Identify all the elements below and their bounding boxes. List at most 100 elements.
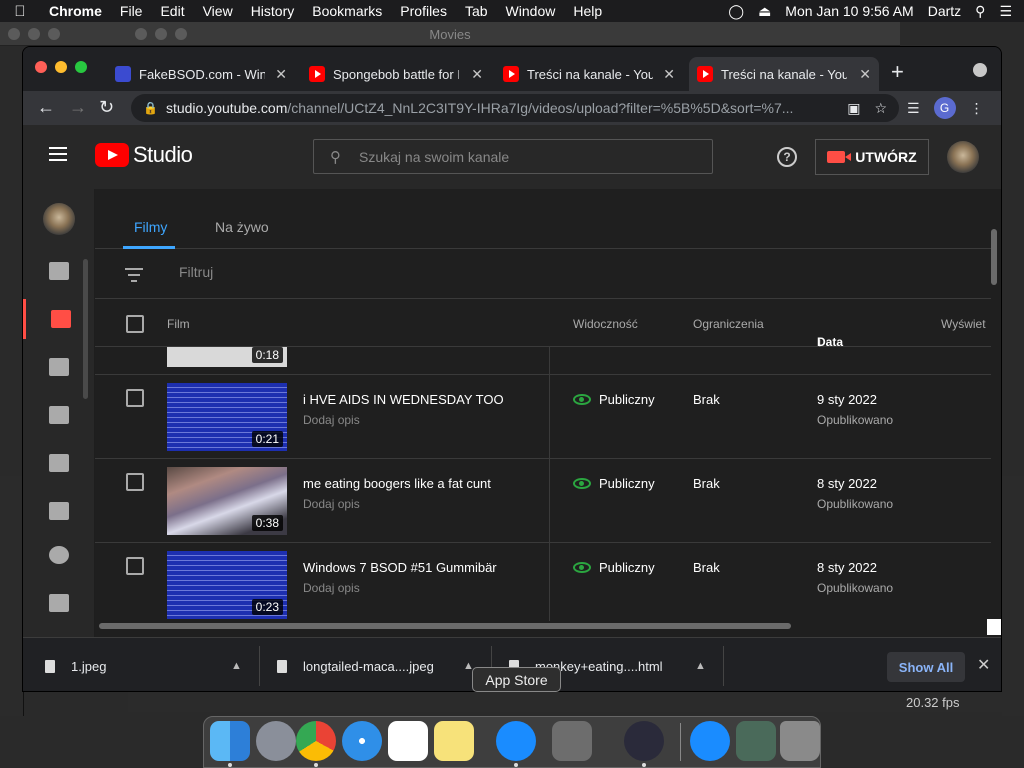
menu-app-name[interactable]: Chrome bbox=[40, 3, 111, 19]
download-item[interactable]: longtailed-maca....jpeg ▲ bbox=[277, 638, 477, 691]
notes-icon[interactable] bbox=[434, 721, 474, 761]
video-thumbnail[interactable]: 0:18 bbox=[167, 347, 287, 367]
account-avatar[interactable] bbox=[947, 141, 979, 173]
menu-file[interactable]: File bbox=[111, 3, 152, 19]
menu-bookmarks[interactable]: Bookmarks bbox=[303, 3, 391, 19]
close-tab-icon[interactable]: ✕ bbox=[663, 66, 675, 83]
show-all-downloads-button[interactable]: Show All bbox=[887, 652, 965, 682]
video-description[interactable]: Dodaj opis bbox=[303, 581, 360, 595]
close-tab-icon[interactable]: ✕ bbox=[471, 66, 483, 83]
reload-icon[interactable]: ↻ bbox=[99, 97, 114, 118]
video-thumbnail[interactable]: 0:38 bbox=[167, 467, 287, 535]
sidebar-item-feedback[interactable] bbox=[23, 583, 95, 623]
video-description[interactable]: Dodaj opis bbox=[303, 497, 360, 511]
video-thumbnail[interactable]: 0:21 bbox=[167, 383, 287, 451]
menu-history[interactable]: History bbox=[242, 3, 304, 19]
horizontal-scrollbar[interactable] bbox=[99, 623, 791, 629]
video-description[interactable]: Dodaj opis bbox=[303, 413, 360, 427]
row-checkbox[interactable] bbox=[126, 557, 144, 575]
table-row[interactable]: 0:21 i HVE AIDS IN WEDNESDAY TOO Dodaj o… bbox=[95, 375, 991, 459]
video-title[interactable]: i HVE AIDS IN WEDNESDAY TOO bbox=[303, 392, 504, 407]
apple-icon[interactable]:  bbox=[0, 3, 40, 20]
select-all-checkbox[interactable] bbox=[126, 315, 144, 333]
hamburger-menu-icon[interactable] bbox=[49, 147, 67, 161]
app-store-icon[interactable] bbox=[496, 721, 536, 761]
close-tab-icon[interactable]: ✕ bbox=[275, 66, 287, 83]
download-item[interactable]: 1.jpeg ▲ bbox=[45, 638, 245, 691]
lock-icon[interactable]: 🔒 bbox=[143, 101, 158, 115]
tab-videos[interactable]: Filmy bbox=[134, 219, 167, 235]
chrome-icon[interactable] bbox=[296, 721, 336, 761]
chrome-menu-icon[interactable]: ⋮ bbox=[970, 100, 984, 117]
video-title[interactable]: Windows 7 BSOD #51 Gummibär bbox=[303, 560, 497, 575]
menu-window[interactable]: Window bbox=[497, 3, 565, 19]
zoom-window-button[interactable] bbox=[75, 61, 87, 73]
channel-search[interactable]: ⚲ bbox=[313, 139, 713, 174]
eject-icon[interactable]: ⏏ bbox=[758, 3, 771, 20]
control-center-icon[interactable]: ☰ bbox=[999, 3, 1012, 20]
media-queue-icon[interactable]: ☰ bbox=[907, 100, 920, 117]
finder-icon[interactable] bbox=[210, 721, 250, 761]
table-row[interactable]: 0:38 me eating boogers like a fat cunt D… bbox=[95, 459, 991, 543]
close-downloads-icon[interactable]: ✕ bbox=[977, 655, 990, 675]
menu-edit[interactable]: Edit bbox=[151, 3, 193, 19]
tab-search-chevron-icon[interactable] bbox=[973, 63, 987, 77]
chrome-profile-avatar[interactable]: G bbox=[933, 97, 956, 119]
spotlight-search-icon[interactable]: ⚲ bbox=[975, 3, 985, 20]
tab-studio-active[interactable]: Treści na kanale - YouTube ✕ bbox=[689, 57, 879, 91]
safari-compass-icon[interactable] bbox=[342, 721, 382, 761]
translate-icon[interactable]: ▣ bbox=[847, 100, 860, 117]
minimize-window-button[interactable] bbox=[55, 61, 67, 73]
calendar-icon[interactable] bbox=[388, 721, 428, 761]
filter-icon[interactable] bbox=[125, 268, 143, 286]
chevron-up-icon[interactable]: ▲ bbox=[231, 660, 242, 672]
close-window-button[interactable] bbox=[35, 61, 47, 73]
visibility-status[interactable]: Publiczny bbox=[573, 392, 655, 407]
sidebar-item-comments[interactable] bbox=[23, 443, 95, 483]
column-film[interactable]: Film bbox=[167, 317, 190, 331]
sidebar-item-subtitles[interactable] bbox=[23, 491, 95, 531]
close-tab-icon[interactable]: ✕ bbox=[859, 66, 871, 83]
channel-avatar[interactable] bbox=[43, 203, 75, 235]
sidebar-item-settings[interactable] bbox=[23, 535, 95, 575]
tab-spongebob[interactable]: Spongebob battle for Bikini ✕ bbox=[301, 57, 491, 91]
menu-help[interactable]: Help bbox=[564, 3, 611, 19]
row-checkbox[interactable] bbox=[126, 473, 144, 491]
bookmark-star-icon[interactable]: ☆ bbox=[874, 100, 887, 117]
trash-icon[interactable] bbox=[780, 721, 820, 761]
column-views[interactable]: Wyświet bbox=[941, 317, 986, 331]
column-visibility[interactable]: Widoczność bbox=[573, 317, 638, 331]
menubar-clock[interactable]: Mon Jan 10 9:56 AM bbox=[785, 3, 913, 19]
studio-logo[interactable]: Studio bbox=[95, 142, 193, 168]
visibility-status[interactable]: Publiczny bbox=[573, 560, 655, 575]
system-preferences-gear-icon[interactable] bbox=[552, 721, 592, 761]
table-row[interactable]: 0:23 Windows 7 BSOD #51 Gummibär Dodaj o… bbox=[95, 543, 991, 621]
channel-search-input[interactable] bbox=[359, 148, 679, 165]
obs-status-icon[interactable]: ◯ bbox=[728, 3, 744, 20]
create-button[interactable]: UTWÓRZ bbox=[815, 139, 929, 175]
table-row[interactable]: 0:18 bbox=[95, 347, 991, 375]
address-bar[interactable]: 🔒 studio.youtube.com/channel/UCtZ4_NnL2C… bbox=[131, 94, 899, 122]
menubar-user[interactable]: Dartz bbox=[928, 3, 961, 19]
video-thumbnail[interactable]: 0:23 bbox=[167, 551, 287, 619]
row-checkbox[interactable] bbox=[126, 389, 144, 407]
menu-profiles[interactable]: Profiles bbox=[391, 3, 456, 19]
tab-live[interactable]: Na żywo bbox=[215, 219, 269, 235]
photos-folder-icon[interactable] bbox=[736, 721, 776, 761]
menu-tab[interactable]: Tab bbox=[456, 3, 497, 19]
filter-input[interactable] bbox=[179, 264, 579, 280]
forward-arrow-icon[interactable]: → bbox=[69, 97, 87, 118]
obs-icon[interactable] bbox=[624, 721, 664, 761]
visibility-status[interactable]: Publiczny bbox=[573, 476, 655, 491]
help-icon[interactable]: ? bbox=[777, 147, 797, 167]
column-restrictions[interactable]: Ograniczenia bbox=[693, 317, 764, 331]
new-tab-plus-icon[interactable]: + bbox=[891, 59, 904, 85]
tab-studio-1[interactable]: Treści na kanale - YouTube ✕ bbox=[495, 57, 683, 91]
app-store-download-icon[interactable] bbox=[690, 721, 730, 761]
sidebar-scrollbar[interactable] bbox=[83, 259, 88, 399]
menu-view[interactable]: View bbox=[194, 3, 242, 19]
tab-fakebsod[interactable]: FakeBSOD.com - Windows ✕ bbox=[107, 57, 295, 91]
back-arrow-icon[interactable]: ← bbox=[37, 97, 55, 118]
sidebar-item-analytics[interactable] bbox=[23, 395, 95, 435]
vertical-scrollbar[interactable] bbox=[991, 229, 997, 285]
